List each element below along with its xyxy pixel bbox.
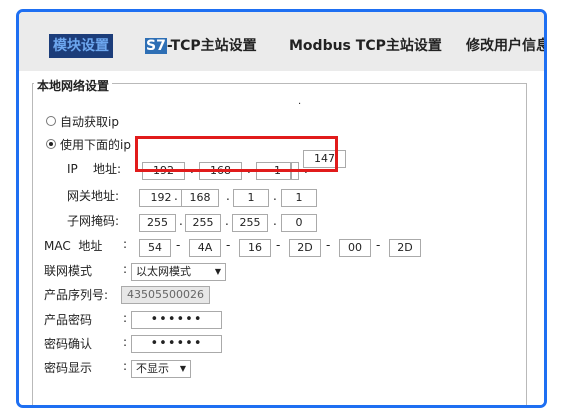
- manual-ip-radio[interactable]: [46, 139, 56, 149]
- chevron-down-icon: ▼: [179, 364, 186, 373]
- mac-part-3[interactable]: 16: [239, 239, 271, 257]
- mac-dash: -: [276, 238, 281, 252]
- stray-dot: .: [298, 96, 302, 107]
- network-mode-value: 以太网模式: [136, 265, 191, 278]
- tab-module-settings[interactable]: 模块设置: [49, 34, 113, 58]
- chevron-down-icon: ▼: [214, 267, 221, 276]
- password-display-label: 密码显示: [44, 361, 93, 375]
- s7-prefix: S7: [145, 38, 167, 54]
- gateway-label: 网关地址:: [67, 189, 120, 203]
- tab-label: 模块设置: [53, 38, 109, 54]
- password-confirm-field[interactable]: ••••••: [131, 335, 222, 353]
- gateway-dot: .: [273, 189, 277, 203]
- password-field[interactable]: ••••••: [131, 311, 222, 329]
- subnet-label: 子网掩码:: [67, 214, 120, 228]
- password-colon: :: [123, 311, 128, 325]
- auto-ip-label: 自动获取ip: [60, 115, 119, 129]
- serial-field: 43505500026: [121, 286, 210, 304]
- network-mode-colon: :: [123, 262, 128, 276]
- tab-label: -TCP主站设置: [166, 38, 257, 54]
- mac-dash: -: [376, 238, 381, 252]
- network-mode-select[interactable]: 以太网模式 ▼: [131, 263, 226, 281]
- subnet-octet-1[interactable]: 255: [139, 214, 176, 232]
- mac-label: MAC 地址: [44, 239, 103, 253]
- mac-part-6[interactable]: 2D: [389, 239, 421, 257]
- password-display-value: 不显示: [136, 362, 169, 375]
- gateway-octet-4[interactable]: 1: [281, 189, 317, 207]
- auto-ip-radio[interactable]: [46, 116, 56, 126]
- settings-content: 本地网络设置 . 自动获取ip 使用下面的ip IP 地址: 192 . 168…: [19, 71, 544, 405]
- subnet-dot: .: [273, 214, 277, 228]
- tab-label: Modbus TCP主站设置: [289, 38, 442, 54]
- mac-part-2[interactable]: 4A: [189, 239, 221, 257]
- tab-user-info[interactable]: 修改用户信息: [466, 34, 547, 58]
- gateway-octet-3[interactable]: 1: [233, 189, 269, 207]
- password-confirm-colon: :: [123, 335, 128, 349]
- subnet-octet-3[interactable]: 255: [232, 214, 268, 232]
- tab-bar: 模块设置 S7-TCP主站设置 Modbus TCP主站设置 修改用户信息: [19, 12, 544, 71]
- password-confirm-label: 密码确认: [44, 337, 93, 351]
- subnet-dot: .: [179, 214, 183, 228]
- mac-dash: -: [226, 238, 231, 252]
- browser-frame: 模块设置 S7-TCP主站设置 Modbus TCP主站设置 修改用户信息 本地…: [16, 9, 547, 408]
- section-title: 本地网络设置: [34, 77, 113, 94]
- mac-part-4[interactable]: 2D: [289, 239, 321, 257]
- tab-modbus-tcp-master[interactable]: Modbus TCP主站设置: [289, 34, 442, 58]
- gateway-dot: .: [226, 189, 230, 203]
- ip-highlight-box: [135, 136, 338, 172]
- network-mode-label: 联网模式: [44, 264, 93, 278]
- subnet-dot: .: [225, 214, 229, 228]
- password-display-colon: :: [123, 359, 128, 373]
- ip-address-label: IP 地址:: [67, 162, 122, 176]
- gateway-octet-2[interactable]: 168: [181, 189, 219, 207]
- password-display-select[interactable]: 不显示 ▼: [131, 360, 191, 378]
- mac-part-1[interactable]: 54: [139, 239, 171, 257]
- mac-dash: -: [176, 238, 181, 252]
- subnet-octet-2[interactable]: 255: [185, 214, 221, 232]
- mac-colon: :: [123, 237, 128, 251]
- mac-dash: -: [326, 238, 331, 252]
- password-label: 产品密码: [44, 313, 93, 327]
- subnet-octet-4[interactable]: 0: [281, 214, 317, 232]
- gateway-dot: .: [174, 189, 178, 203]
- serial-label: 产品序列号:: [44, 288, 109, 302]
- mac-part-5[interactable]: 00: [339, 239, 371, 257]
- manual-ip-label: 使用下面的ip: [60, 138, 131, 152]
- tab-label: 修改用户信息: [466, 38, 547, 54]
- tab-s7-tcp-master[interactable]: S7-TCP主站设置: [145, 34, 257, 58]
